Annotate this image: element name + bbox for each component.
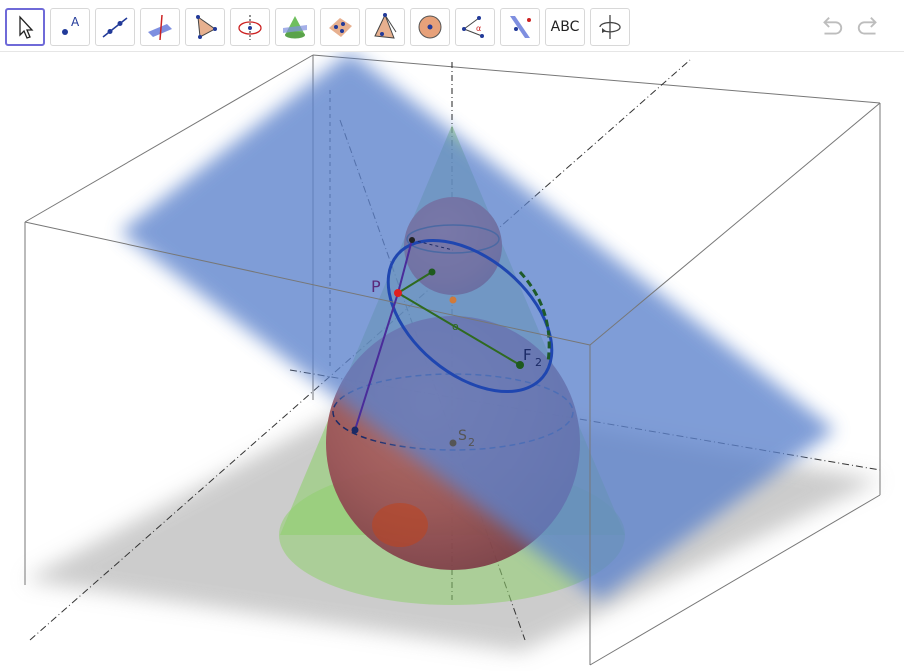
circle-axis-icon: [238, 15, 262, 40]
label-s2-subscript: 2: [468, 436, 475, 449]
graphics-3d-view[interactable]: P F 2 S 2 o: [0, 52, 904, 671]
angle-icon: α: [462, 16, 484, 38]
line-tool-button[interactable]: [95, 8, 135, 46]
point-tangent-upper[interactable]: [409, 237, 415, 243]
point-tool-button[interactable]: A: [50, 8, 90, 46]
label-s2: S: [458, 428, 467, 444]
angle-tool-button[interactable]: α: [455, 8, 495, 46]
point-p[interactable]: [394, 289, 402, 297]
center-s2[interactable]: [449, 439, 457, 447]
point-tangent-lower[interactable]: [351, 426, 359, 434]
center-s1[interactable]: [449, 296, 457, 304]
polygon-tool-button[interactable]: [185, 8, 225, 46]
reflect-plane-icon: [510, 16, 531, 38]
label-o: o: [452, 320, 459, 333]
redo-button[interactable]: [853, 12, 885, 42]
sphere-icon: [418, 15, 442, 39]
arrow-cursor-icon: [19, 15, 34, 39]
move-tool-button[interactable]: [5, 8, 45, 46]
pyramid-tool-button[interactable]: [365, 8, 405, 46]
label-p: P: [371, 277, 381, 296]
svg-text:A: A: [71, 15, 80, 29]
cone-icon: [283, 16, 307, 39]
line-icon: [102, 17, 128, 38]
reflect-about-plane-tool-button[interactable]: [500, 8, 540, 46]
toolbar: A α ABC: [0, 0, 904, 52]
label-f2-subscript: 2: [535, 356, 542, 369]
intersect-surfaces-tool-button[interactable]: [275, 8, 315, 46]
text-tool-button[interactable]: ABC: [545, 8, 585, 46]
svg-text:α: α: [476, 24, 481, 33]
rotate-view-tool-button[interactable]: [590, 8, 630, 46]
redo-icon: [857, 17, 877, 35]
point-f1[interactable]: [428, 268, 436, 276]
sphere-tool-button[interactable]: [410, 8, 450, 46]
perpendicular-line-icon: [148, 14, 172, 41]
label-f2: F: [523, 346, 532, 364]
text-tool-label: ABC: [550, 19, 580, 35]
undo-button[interactable]: [815, 12, 847, 42]
pyramid-icon: [374, 13, 397, 39]
circle-with-axis-tool-button[interactable]: [230, 8, 270, 46]
triangle-icon: [196, 15, 217, 39]
undo-icon: [823, 17, 843, 35]
rotate-view-icon: [599, 15, 621, 39]
point-icon: A: [62, 15, 80, 35]
plane-through-points-tool-button[interactable]: [320, 8, 360, 46]
perpendicular-line-tool-button[interactable]: [140, 8, 180, 46]
plane-points-icon: [329, 18, 352, 37]
